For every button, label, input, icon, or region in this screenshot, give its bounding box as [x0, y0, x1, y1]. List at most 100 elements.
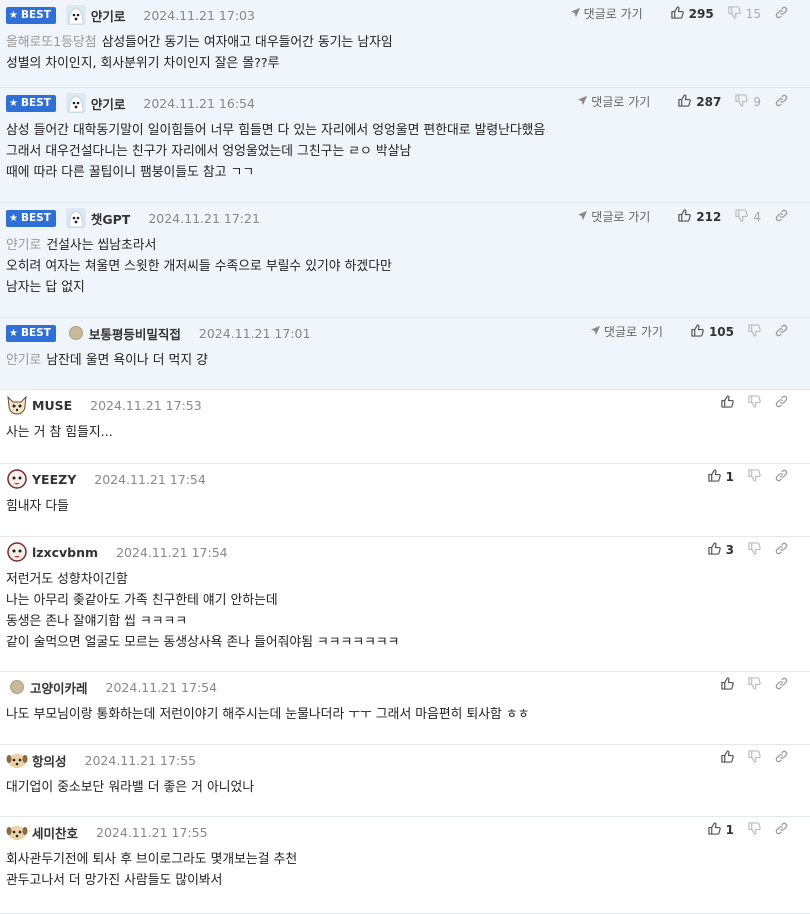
nickname[interactable]: 고양이카레: [30, 678, 88, 697]
comment-body: 삼성 들어간 대학동기말이 일이힘들어 너무 힘들면 다 있는 자리에서 엉엉울…: [6, 114, 800, 183]
go-to-reply-link[interactable]: 댓글로 가기: [577, 208, 650, 225]
downvote-button[interactable]: [748, 677, 761, 693]
comment-line: 성별의 차이인지, 회사분위기 차이인지 잘은 몰??루: [6, 53, 800, 74]
dog-icon[interactable]: [65, 4, 87, 26]
dog2-icon[interactable]: [6, 749, 28, 771]
dog-icon[interactable]: [65, 207, 87, 229]
comment-line: 같이 술먹으면 얼굴도 모르는 동생상사욕 존나 들어줘야됨 ㅋㅋㅋㅋㅋㅋㅋ: [6, 632, 800, 653]
downvote-count: 4: [753, 209, 761, 224]
comment-text: 나도 부모님이랑 통화하는데 저런이야기 해주시는데 눈물나더라 ㅜㅜ 그래서 …: [6, 707, 530, 722]
upvote-button[interactable]: 212: [678, 208, 721, 225]
share-link-button[interactable]: [775, 209, 788, 225]
comment-line: 올해로또1등당첨 삼성들어간 동기는 여자애고 대우들어간 동기는 남자임: [6, 32, 800, 53]
thumbs-down-icon: [748, 542, 761, 558]
reply-target[interactable]: 얀기로: [6, 353, 41, 368]
star-icon: ★: [9, 97, 18, 109]
downvote-button[interactable]: [748, 323, 761, 340]
comment-text: 회사관두기전에 퇴사 후 브이로그라도 몇개보는걸 추천: [6, 852, 298, 867]
timestamp: 2024.11.21 17:03: [143, 7, 255, 23]
comment-text: 관두고나서 더 망가진 사람들도 많이봐서: [6, 873, 223, 888]
upvote-button[interactable]: [721, 395, 734, 411]
link-icon: [775, 94, 788, 110]
send-icon: [570, 7, 584, 21]
comment-text: 나는 아무리 좆같아도 가족 친구한테 얘기 안하는데: [6, 593, 278, 608]
comment-body: 대기업이 중소보단 워라밸 더 좋은 거 아니었나: [6, 771, 800, 798]
comment-body: 나도 부모님이랑 통화하는데 저런이야기 해주시는데 눈물나더라 ㅜㅜ 그래서 …: [6, 698, 800, 725]
upvote-button[interactable]: 1: [707, 469, 734, 485]
go-to-reply-link[interactable]: 댓글로 가기: [590, 323, 663, 340]
upvote-button[interactable]: 1: [707, 822, 734, 838]
thumbs-up-icon: [707, 822, 721, 838]
upvote-button[interactable]: 295: [670, 5, 714, 22]
reply-target[interactable]: 올해로또1등당첨: [6, 35, 97, 50]
timestamp: 2024.11.21 17:55: [84, 752, 197, 768]
share-link-button[interactable]: [775, 94, 788, 110]
share-link-button[interactable]: [775, 677, 788, 693]
upvote-count: 287: [696, 94, 722, 109]
comment-item: 세미찬호 2024.11.21 17:55 1 회사관두기전에 퇴사 후 브이로그라도…: [0, 817, 810, 914]
comment-text: 같이 술먹으면 얼굴도 모르는 동생상사욕 존나 들어줘야됨 ㅋㅋㅋㅋㅋㅋㅋ: [6, 635, 400, 650]
comment-line: 동생은 존나 잘얘기함 씹 ㅋㅋㅋㅋ: [6, 611, 800, 632]
share-link-button[interactable]: [775, 6, 788, 22]
downvote-button[interactable]: 4: [735, 208, 761, 225]
comment-item: ★ BEST 얀기로 2024.11.21 16:54 댓글로 가기 287 9 삼성 들어간…: [0, 88, 810, 203]
nickname[interactable]: 얀기로: [91, 6, 126, 25]
comment-text: 저런거도 성향차이긴함: [6, 572, 128, 587]
nickname[interactable]: 항의성: [32, 751, 67, 770]
downvote-button[interactable]: [748, 822, 761, 838]
thumbs-down-icon: [728, 5, 741, 22]
go-to-reply-link[interactable]: 댓글로 가기: [577, 93, 650, 110]
thumbs-down-icon: [748, 750, 761, 766]
thumbs-up-icon: [707, 542, 721, 558]
star-icon: ★: [9, 9, 18, 21]
share-link-button[interactable]: [775, 542, 788, 558]
upvote-button[interactable]: [721, 677, 734, 693]
comment-body: 회사관두기전에 퇴사 후 브이로그라도 몇개보는걸 추천관두고나서 더 망가진 …: [6, 843, 800, 891]
upvote-button[interactable]: 287: [678, 93, 722, 110]
upvote-count: 1: [725, 823, 734, 837]
downvote-button[interactable]: [748, 542, 761, 558]
thumbs-down-icon: [735, 93, 749, 110]
nickname[interactable]: 챗GPT: [91, 209, 130, 228]
dog2-icon[interactable]: [6, 821, 28, 843]
share-link-button[interactable]: [775, 395, 788, 411]
link-icon: [775, 395, 788, 411]
dog-icon[interactable]: [65, 92, 87, 114]
share-link-button[interactable]: [775, 822, 788, 838]
avatar[interactable]: [10, 680, 24, 694]
comment-line: 대기업이 중소보단 워라밸 더 좋은 거 아니었나: [6, 777, 800, 798]
link-icon: [775, 822, 788, 838]
nickname[interactable]: MUSE: [32, 398, 72, 413]
avatar[interactable]: [68, 326, 83, 340]
upvote-button[interactable]: 3: [707, 542, 734, 558]
nickname[interactable]: lzxcvbnm: [32, 545, 98, 560]
nickname[interactable]: 세미찬호: [32, 823, 78, 842]
star-icon: ★: [9, 327, 18, 339]
reply-target[interactable]: 얀기로: [6, 238, 41, 253]
share-link-button[interactable]: [775, 750, 788, 766]
downvote-button[interactable]: [748, 395, 761, 411]
timestamp: 2024.11.21 17:54: [105, 679, 218, 695]
nickname[interactable]: 얀기로: [91, 94, 126, 113]
comment-text: 대기업이 중소보단 워라밸 더 좋은 거 아니었나: [6, 780, 255, 795]
downvote-button[interactable]: [748, 469, 761, 485]
go-to-reply-link[interactable]: 댓글로 가기: [570, 5, 643, 22]
downvote-button[interactable]: 9: [735, 93, 761, 110]
comment-body: 얀기로 건설사는 씹남초라서 오히려 여자는 쳐울면 스윗한 개저씨들 수족으로 부…: [6, 229, 800, 298]
best-badge: ★ BEST: [6, 324, 56, 342]
pup-icon[interactable]: [6, 468, 28, 490]
upvote-button[interactable]: [721, 750, 734, 766]
fox-icon[interactable]: [6, 394, 28, 416]
share-link-button[interactable]: [775, 324, 788, 340]
link-icon: [775, 542, 788, 558]
downvote-button[interactable]: 15: [728, 5, 761, 22]
downvote-button[interactable]: [748, 750, 761, 766]
thumbs-up-icon: [678, 208, 692, 225]
upvote-count: 3: [725, 543, 734, 557]
thumbs-up-icon: [691, 323, 704, 340]
nickname[interactable]: 보통평등비밀직접: [89, 324, 181, 343]
share-link-button[interactable]: [775, 469, 788, 485]
nickname[interactable]: YEEZY: [32, 472, 76, 487]
upvote-button[interactable]: 105: [691, 323, 734, 340]
pup-icon[interactable]: [6, 541, 28, 563]
